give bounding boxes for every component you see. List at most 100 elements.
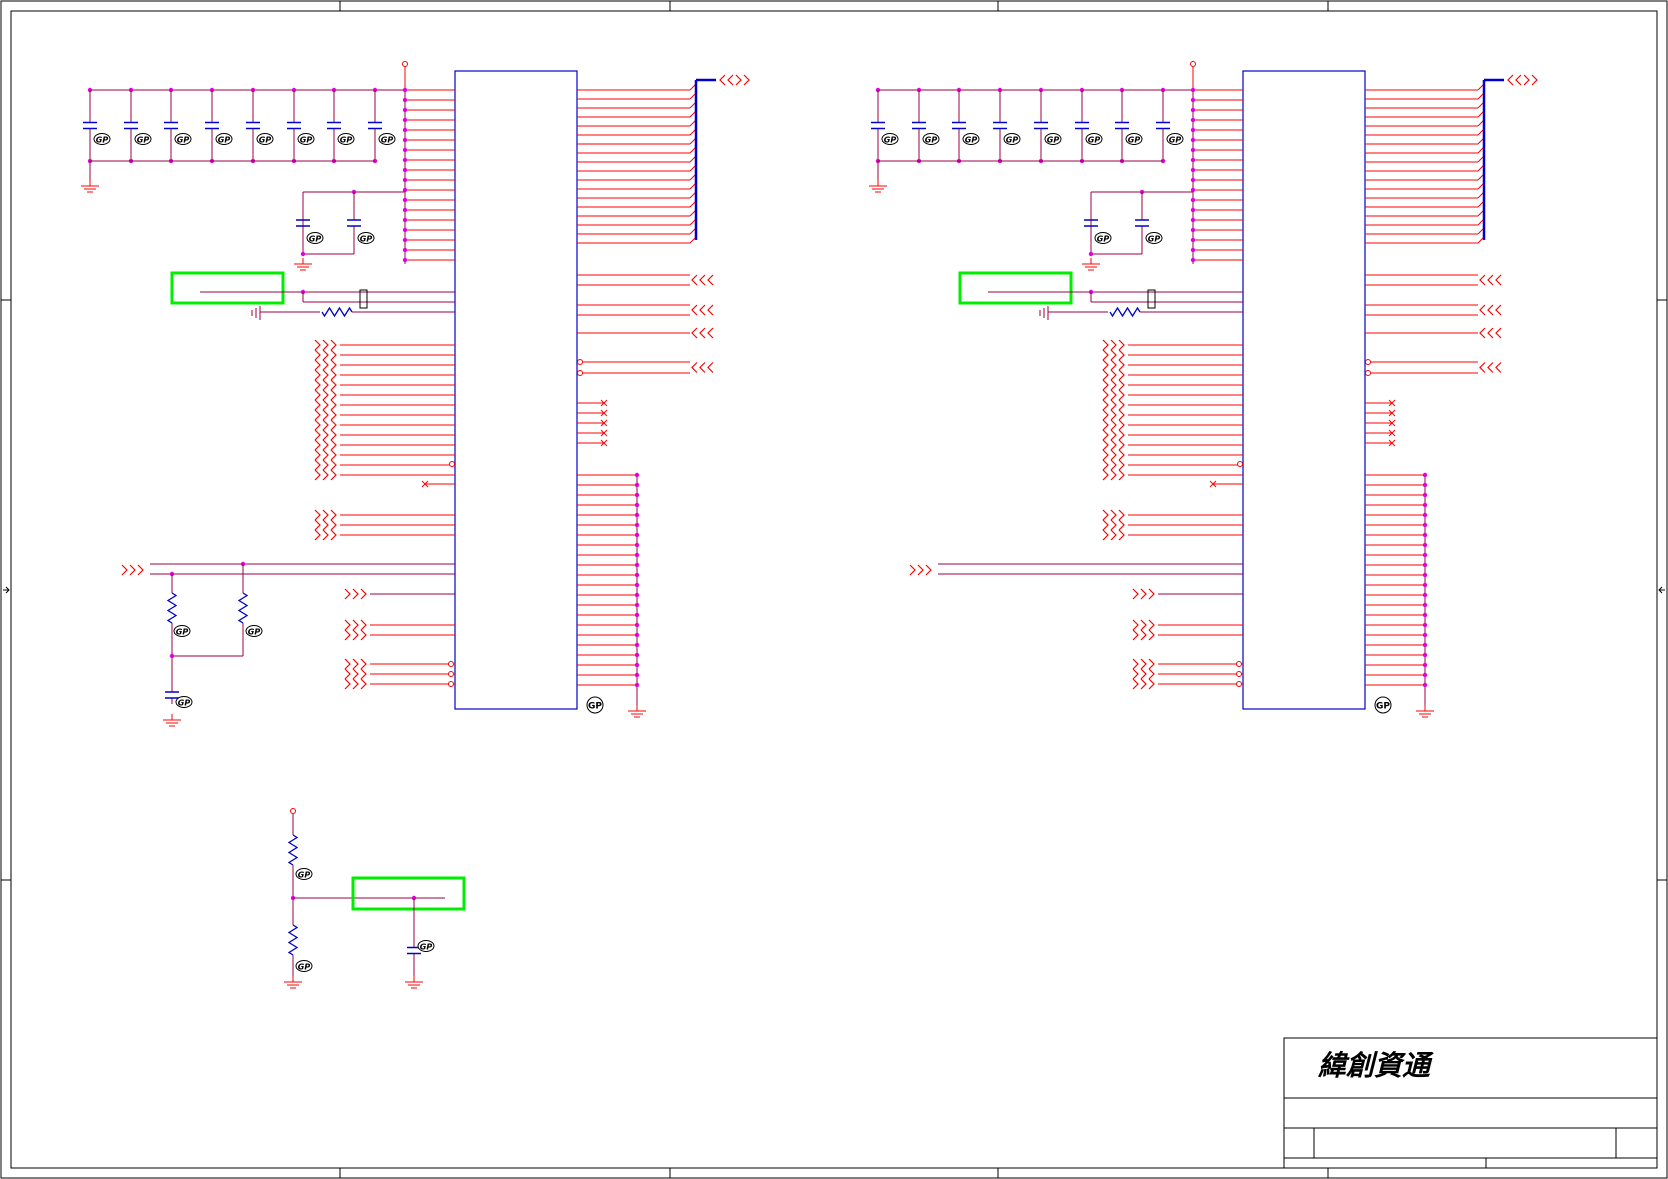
capacitor	[952, 90, 966, 161]
chevron	[1118, 469, 1125, 481]
part-tag: GP	[1085, 133, 1103, 145]
junction-dot	[1190, 147, 1196, 153]
tag-text: GP	[176, 628, 189, 637]
chevron	[352, 658, 359, 670]
junction-dot	[1190, 217, 1196, 223]
junction-dot	[1190, 87, 1196, 93]
tag-text: GP	[340, 136, 353, 145]
chevron	[1102, 419, 1109, 431]
offpage-connector	[314, 449, 337, 461]
ground-symbol	[1082, 258, 1100, 271]
tag-text: GP	[298, 963, 311, 972]
junction-dot	[1422, 682, 1428, 688]
chevron	[691, 304, 698, 316]
tag-text: GP	[96, 136, 109, 145]
junction-dot	[1422, 652, 1428, 658]
junction-dot	[634, 542, 640, 548]
chevron	[1118, 399, 1125, 411]
chevron	[314, 529, 321, 541]
chevron	[1102, 339, 1109, 351]
junction-dot	[634, 552, 640, 558]
offpage-connector	[121, 564, 144, 576]
chevron	[322, 399, 329, 411]
tag-text: GP	[360, 235, 373, 244]
offpage-connector	[344, 629, 367, 641]
part-tag: GP	[173, 625, 191, 637]
chevron	[352, 619, 359, 631]
chevron	[1479, 304, 1486, 316]
part-tag: GP	[1003, 133, 1021, 145]
chevron	[121, 564, 128, 576]
chevron	[1140, 678, 1147, 690]
chevron	[1102, 379, 1109, 391]
tag-text: GP	[178, 699, 191, 708]
offpage-connector	[1132, 588, 1155, 600]
junction-dot	[1422, 622, 1428, 628]
resistor-zigzag	[1109, 306, 1141, 318]
chevron	[330, 389, 337, 401]
junction-dot	[634, 632, 640, 638]
chevron	[314, 519, 321, 531]
part-tag: GP	[1094, 232, 1112, 244]
chevron	[352, 588, 359, 600]
junction-dot	[1422, 632, 1428, 638]
junction-dot	[402, 147, 408, 153]
chevron	[322, 419, 329, 431]
offpage-connector	[1132, 678, 1155, 690]
chevron	[330, 379, 337, 391]
offpage-connector	[314, 419, 337, 431]
junction-dot	[1190, 207, 1196, 213]
capacitor	[1115, 90, 1129, 161]
offpage-connector	[314, 529, 337, 541]
junction-dot	[402, 97, 408, 103]
junction-dot	[1422, 582, 1428, 588]
part-tag: GP	[417, 940, 435, 952]
chevron	[322, 429, 329, 441]
tag-text: GP	[1006, 136, 1019, 145]
open-pin	[448, 671, 454, 677]
chevron	[322, 469, 329, 481]
chevron	[1102, 469, 1109, 481]
junction-dot	[1190, 127, 1196, 133]
capacitor	[1034, 90, 1048, 161]
chevron	[1102, 449, 1109, 461]
ic-block-left: GP GP GP GP GP GP GP GP GP GP GP GP GP GP	[81, 61, 750, 727]
offpage-connector	[344, 588, 367, 600]
chevron	[330, 369, 337, 381]
offpage-connector	[1507, 74, 1522, 86]
chevron	[1118, 339, 1125, 351]
offpage-connector	[691, 274, 714, 286]
chevron	[314, 369, 321, 381]
offpage-connector	[1102, 359, 1125, 371]
chevron	[909, 564, 916, 576]
open-pin	[448, 661, 454, 667]
chevron	[707, 304, 714, 316]
offpage-connector	[1102, 379, 1125, 391]
offpage-connector	[1102, 339, 1125, 351]
chevron	[344, 668, 351, 680]
chevron	[330, 429, 337, 441]
junction-dot	[1422, 492, 1428, 498]
capacitor	[246, 90, 260, 161]
ground-symbol	[284, 976, 302, 989]
part-tag: GP	[922, 133, 940, 145]
offpage-connector	[314, 409, 337, 421]
junction-dot	[1190, 157, 1196, 163]
resistor-zigzag	[287, 834, 299, 866]
chevron	[344, 619, 351, 631]
chevron	[330, 349, 337, 361]
open-pin	[1237, 461, 1243, 467]
junction-dot	[169, 653, 175, 659]
chevron	[330, 419, 337, 431]
chevron	[1495, 327, 1502, 339]
tag-text: GP	[248, 628, 261, 637]
offpage-connector	[1132, 668, 1155, 680]
offpage-connector	[1479, 362, 1502, 373]
open-pin	[577, 370, 583, 376]
chevron	[314, 419, 321, 431]
chevron	[699, 362, 706, 373]
offpage-connector	[1132, 629, 1155, 641]
chevron	[1148, 668, 1155, 680]
part-tag: GP	[93, 133, 111, 145]
chevron	[330, 449, 337, 461]
